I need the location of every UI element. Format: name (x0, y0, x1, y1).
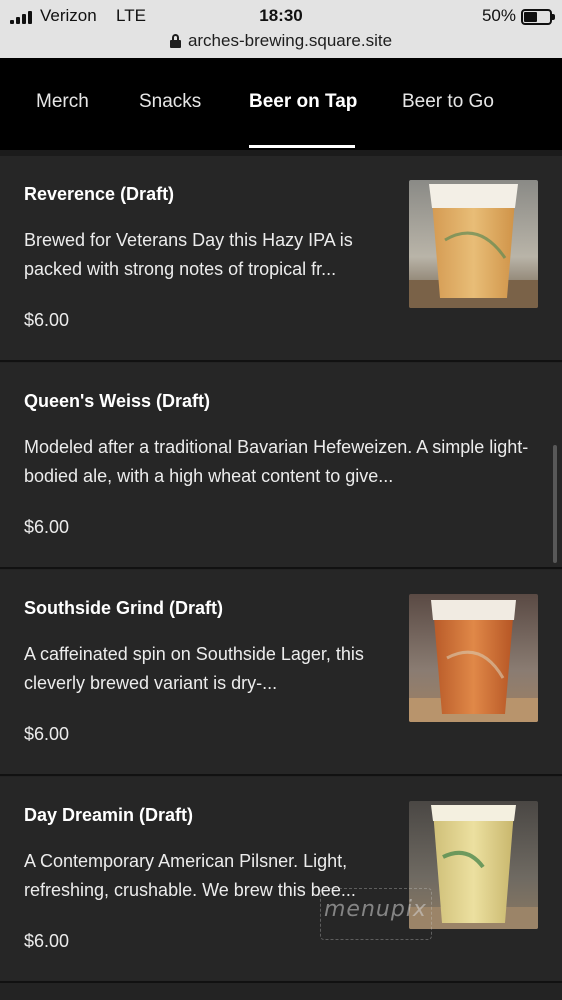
item-description: Modeled after a traditional Bavarian Hef… (24, 437, 529, 486)
beer-photo[interactable] (409, 180, 538, 308)
lock-icon (169, 34, 181, 48)
status-bar: Verizon LTE 18:30 50% (0, 4, 562, 30)
battery-percent: 50% (481, 6, 516, 25)
scrollbar[interactable] (553, 445, 557, 563)
tab-snacks[interactable]: Snacks (139, 91, 201, 113)
watermark-text: menupix (324, 897, 427, 922)
menu-item[interactable]: Reverence (Draft) Brewed for Veterans Da… (0, 156, 562, 362)
item-price: $6.00 (24, 724, 70, 744)
tab-merch[interactable]: Merch (36, 91, 89, 113)
tab-beer-on-tap[interactable]: Beer on Tap (249, 91, 357, 113)
active-tab-indicator (249, 145, 355, 148)
item-price: $6.00 (24, 931, 70, 951)
tab-beer-to-go[interactable]: Beer to Go (402, 91, 494, 113)
item-name: Day Dreamin (Draft) (24, 805, 194, 825)
menu-item[interactable]: Queen's Weiss (Draft) Modeled after a tr… (0, 363, 562, 569)
item-name: Southside Grind (Draft) (24, 598, 223, 618)
item-price: $6.00 (24, 517, 70, 537)
menu-item[interactable]: Day Dreamin (Draft) A Contemporary Ameri… (0, 777, 562, 983)
url-bar[interactable]: arches-brewing.square.site (0, 30, 562, 52)
battery-icon (521, 9, 555, 25)
menu-item[interactable]: Southside Grind (Draft) A caffeinated sp… (0, 570, 562, 776)
url-domain[interactable]: arches-brewing.square.site (188, 31, 392, 51)
item-description: Brewed for Veterans Day this Hazy IPA is… (24, 230, 353, 279)
item-description: A caffeinated spin on Southside Lager, t… (24, 644, 364, 693)
battery-level (524, 12, 537, 22)
hazy-ipa-cup-image (409, 180, 538, 308)
amber-lager-cup-image (409, 594, 538, 722)
item-name: Reverence (Draft) (24, 184, 175, 204)
clock: 18:30 (259, 6, 303, 25)
category-nav: Merch Snacks Beer on Tap Beer to Go (0, 58, 562, 150)
item-name: Queen's Weiss (Draft) (24, 391, 210, 411)
item-price: $6.00 (24, 310, 70, 330)
browser-chrome: Verizon LTE 18:30 50% arches-brewing.squ… (0, 0, 562, 58)
beer-photo[interactable] (409, 594, 538, 722)
